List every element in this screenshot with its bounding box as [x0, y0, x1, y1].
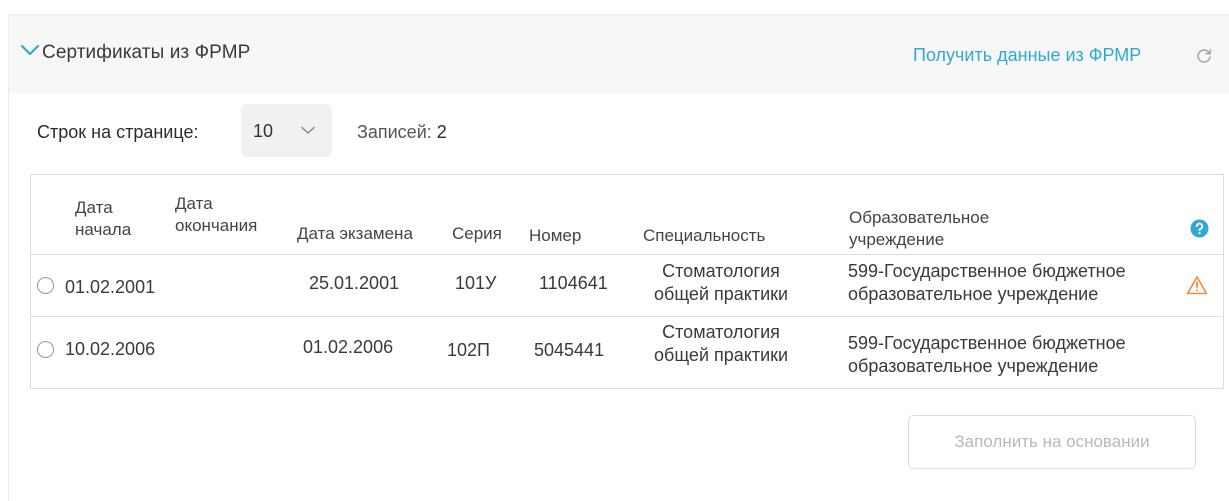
- cell-specialty: Стоматология общей практики: [654, 322, 789, 365]
- fetch-frmr-link[interactable]: Получить данные из ФРМР: [913, 45, 1141, 66]
- warning-triangle-icon[interactable]: [1186, 275, 1208, 295]
- rows-per-page-label: Строк на странице:: [37, 122, 199, 142]
- fill-from-certificate-button[interactable]: Заполнить на основании: [908, 415, 1196, 469]
- cell-exam-date: 25.01.2001: [309, 273, 400, 293]
- column-header-series[interactable]: Серия: [452, 223, 502, 245]
- rows-per-page-select[interactable]: 10: [241, 104, 332, 157]
- cell-series: 102П: [447, 340, 490, 360]
- cell-institution: 599-Государственное бюджетное образовате…: [848, 261, 1126, 304]
- records-count: Записей: 2: [357, 122, 447, 143]
- cell-number: 1104641: [539, 273, 608, 293]
- row-divider: [31, 316, 1223, 317]
- records-label: Записей:: [357, 122, 432, 142]
- row-radio[interactable]: [37, 277, 54, 294]
- row-radio[interactable]: [37, 341, 54, 358]
- column-header-number[interactable]: Номер: [529, 225, 581, 247]
- column-header-exam-date[interactable]: Дата экзамена: [297, 223, 413, 245]
- cell-exam-date: 01.02.2006: [303, 337, 394, 357]
- chevron-down-icon[interactable]: [19, 42, 41, 58]
- question-circle-icon[interactable]: [1190, 219, 1209, 238]
- panel-header[interactable]: Сертификаты из ФРМР Получить данные из Ф…: [9, 15, 1229, 93]
- cell-institution: 599-Государственное бюджетное образовате…: [848, 333, 1126, 376]
- cell-start-date: 10.02.2006: [65, 339, 156, 359]
- column-header-specialty[interactable]: Специальность: [643, 225, 765, 247]
- certificates-table: Дата начала Дата окончания Дата экзамена…: [30, 174, 1224, 389]
- column-header-end-date[interactable]: Дата окончания: [175, 193, 257, 237]
- cell-number: 5045441: [534, 340, 605, 360]
- rows-per-page-value: 10: [253, 121, 274, 141]
- cell-series: 101У: [455, 273, 497, 293]
- row-divider: [31, 254, 1223, 255]
- column-header-start-date[interactable]: Дата начала: [75, 197, 131, 241]
- records-value: 2: [436, 122, 447, 142]
- cell-start-date: 01.02.2001: [65, 277, 156, 297]
- panel-title: Сертификаты из ФРМР: [42, 42, 251, 63]
- refresh-icon[interactable]: [1195, 47, 1213, 65]
- chevron-down-icon: [301, 126, 315, 134]
- cell-specialty: Стоматология общей практики: [654, 261, 789, 304]
- column-header-institution[interactable]: Образовательное учреждение: [849, 207, 989, 251]
